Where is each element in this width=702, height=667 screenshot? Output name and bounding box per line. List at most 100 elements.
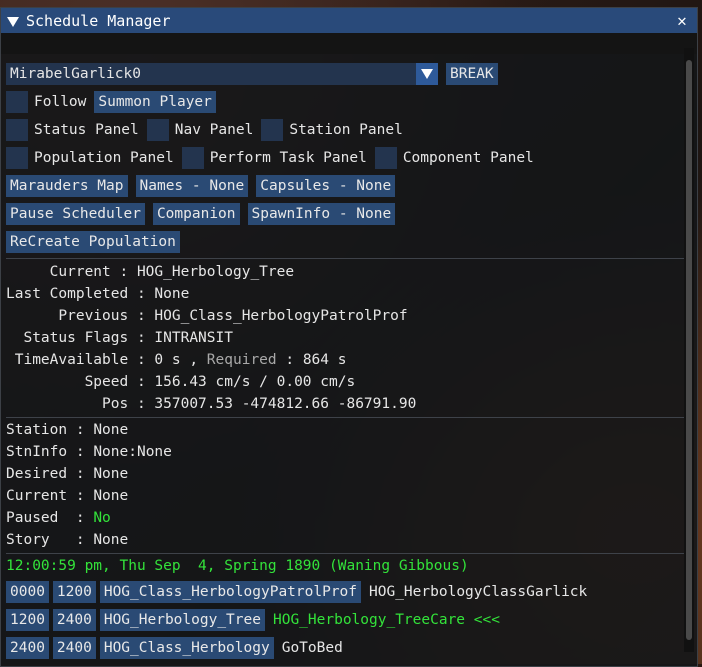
station-stninfo: StnInfo : None:None [6, 441, 172, 463]
schedule-start-button[interactable]: 0000 [6, 581, 49, 603]
status-last-completed: Last Completed : None [6, 283, 189, 305]
separator [6, 417, 686, 418]
status-time-label: TimeAvailable : [6, 352, 155, 368]
schedule-row: 1200 2400 HOG_Herbology_Tree HOG_Herbolo… [6, 609, 500, 631]
companion-button[interactable]: Companion [152, 203, 240, 225]
component-panel-checkbox[interactable] [374, 147, 397, 169]
schedule-task-current: HOG_Herbology_TreeCare <<< [272, 612, 500, 628]
npc-combo-value: MirabelGarlick0 [10, 66, 141, 82]
status-speed: Speed : 156.43 cm/s / 0.00 cm/s [6, 371, 356, 393]
button-row-1: Marauders Map Names - None Capsules - No… [6, 175, 396, 197]
station-panel-label: Station Panel [289, 122, 403, 138]
stninfo-label: StnInfo : [6, 444, 94, 460]
status-panel-label: Status Panel [34, 122, 139, 138]
story-value: None [93, 532, 129, 548]
recreate-population-button[interactable]: ReCreate Population [6, 231, 180, 253]
status-speed-value: 156.43 cm/s / 0.00 cm/s [154, 374, 356, 390]
schedule-activity-button[interactable]: HOG_Herbology_Tree [99, 609, 265, 631]
separator [6, 258, 686, 259]
perform-task-panel-checkbox[interactable] [181, 147, 204, 169]
station-station: Station : None [6, 419, 128, 441]
status-flags-value: INTRANSIT [154, 330, 233, 346]
scrollbar-thumb[interactable] [686, 60, 692, 640]
schedule-activity-button[interactable]: HOG_Class_Herbology [99, 637, 274, 659]
status-current-label: Current : [6, 264, 137, 280]
status-last-label: Last Completed : [6, 286, 155, 302]
panel-toggles-row-1: Status Panel Nav Panel Station Panel [6, 119, 411, 141]
station-current-value: None [93, 488, 129, 504]
population-panel-label: Population Panel [34, 150, 174, 166]
vertical-scrollbar[interactable] [684, 48, 694, 652]
story-label: Story : [6, 532, 94, 548]
status-speed-label: Speed : [6, 374, 155, 390]
paused-label: Paused : [6, 510, 94, 526]
close-icon[interactable]: ✕ [671, 11, 693, 30]
status-required-label: Required [206, 352, 277, 368]
station-value: None [93, 422, 129, 438]
desired-value: None [93, 466, 129, 482]
nav-panel-label: Nav Panel [174, 122, 254, 138]
status-previous-value: HOG_Class_HerbologyPatrolProf [154, 308, 408, 324]
paused-value: No [93, 510, 111, 526]
game-time-line: 12:00:59 pm, Thu Sep 4, Spring 1890 (Wan… [6, 558, 469, 574]
status-previous: Previous : HOG_Class_HerbologyPatrolProf [6, 305, 408, 327]
schedule-end-button[interactable]: 1200 [52, 581, 96, 603]
status-pos-value: 357007.53 -474812.66 -86791.90 [154, 396, 417, 412]
schedule-activity-button[interactable]: HOG_Class_HerbologyPatrolProf [99, 581, 362, 603]
follow-row: Follow Summon Player [6, 91, 216, 113]
schedule-task: HOG_HerbologyClassGarlick [369, 584, 588, 600]
status-flags-label: Status Flags : [6, 330, 155, 346]
status-current: Current : HOG_Herbology_Tree [6, 261, 294, 283]
separator [6, 553, 686, 554]
station-current: Current : None [6, 485, 128, 507]
panel-toggles-row-2: Population Panel Perform Task Panel Comp… [6, 147, 542, 169]
status-last-value: None [154, 286, 190, 302]
station-label: Station : [6, 422, 94, 438]
summon-player-button[interactable]: Summon Player [94, 91, 216, 113]
title-bar[interactable]: Schedule Manager ✕ [1, 8, 697, 33]
button-row-2: Pause Scheduler Companion SpawnInfo - No… [6, 203, 396, 225]
status-time-value: 0 s , [154, 352, 207, 368]
schedule-row: 2400 2400 HOG_Class_Herbology GoToBed [6, 637, 343, 659]
stninfo-value: None:None [93, 444, 172, 460]
station-paused: Paused : No [6, 507, 111, 529]
schedule-start-button[interactable]: 1200 [6, 609, 49, 631]
status-previous-label: Previous : [6, 308, 155, 324]
schedule-start-button[interactable]: 2400 [6, 637, 49, 659]
population-panel-checkbox[interactable] [6, 147, 28, 169]
capsules-button[interactable]: Capsules - None [256, 175, 396, 197]
menu-bar [1, 33, 697, 54]
spawn-info-button[interactable]: SpawnInfo - None [247, 203, 396, 225]
dropdown-arrow-icon[interactable] [416, 63, 438, 85]
pause-scheduler-button[interactable]: Pause Scheduler [6, 203, 145, 225]
break-button[interactable]: BREAK [446, 63, 498, 85]
follow-label: Follow [34, 94, 87, 110]
status-required-value: : 864 s [276, 352, 347, 368]
button-row-3: ReCreate Population [6, 231, 180, 253]
names-button[interactable]: Names - None [135, 175, 249, 197]
schedule-end-button[interactable]: 2400 [52, 609, 96, 631]
marauders-map-button[interactable]: Marauders Map [6, 175, 128, 197]
component-panel-label: Component Panel [402, 150, 534, 166]
status-pos-label: Pos : [6, 396, 155, 412]
nav-panel-checkbox[interactable] [146, 119, 169, 141]
npc-select-row: MirabelGarlick0 BREAK [6, 63, 498, 85]
status-panel-checkbox[interactable] [6, 119, 28, 141]
station-panel-checkbox[interactable] [261, 119, 284, 141]
npc-combo[interactable]: MirabelGarlick0 [6, 63, 438, 85]
schedule-task: GoToBed [281, 640, 343, 656]
station-current-label: Current : [6, 488, 94, 504]
station-story: Story : None [6, 529, 128, 551]
status-flags: Status Flags : INTRANSIT [6, 327, 233, 349]
status-current-value: HOG_Herbology_Tree [136, 264, 295, 280]
schedule-row: 0000 1200 HOG_Class_HerbologyPatrolProf … [6, 581, 587, 603]
collapse-arrow-icon[interactable] [7, 15, 19, 27]
perform-task-panel-label: Perform Task Panel [209, 150, 367, 166]
station-desired: Desired : None [6, 463, 128, 485]
window-title: Schedule Manager [26, 11, 171, 30]
follow-checkbox[interactable] [6, 91, 28, 113]
status-pos: Pos : 357007.53 -474812.66 -86791.90 [6, 393, 416, 415]
schedule-end-button[interactable]: 2400 [52, 637, 96, 659]
status-time-available: TimeAvailable : 0 s , Required : 864 s [6, 349, 347, 371]
desired-label: Desired : [6, 466, 94, 482]
